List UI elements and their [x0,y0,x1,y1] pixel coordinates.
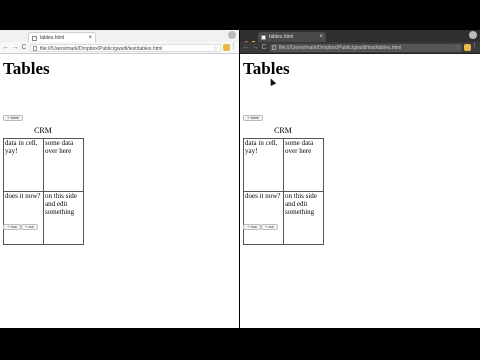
table-row: does it now? on this side and edit somet… [3,191,84,245]
menu-icon[interactable]: ⋮ [471,43,478,51]
browser-toolbar: ← → C file:///Users/mark/Dropbox/Public/… [240,42,480,54]
extension-icon[interactable] [223,44,230,51]
table-cell[interactable]: data in cell, yay! [243,138,284,192]
table-row: data in cell, yay! some data over here [243,138,324,192]
extension-icon[interactable] [464,44,471,51]
tab-strip: tables.html × [0,30,239,42]
tab-close-icon[interactable]: × [319,32,323,42]
table-cell[interactable]: data in cell, yay! [3,138,44,192]
table-cell[interactable]: does it now? [243,191,284,245]
tab-close-icon[interactable]: × [88,33,92,42]
bookmark-star-icon[interactable]: ☆ [455,44,460,52]
browser-window-right: tables.html × ← → C file:///Users/mark/D… [240,30,480,328]
page-title: Tables [243,59,290,78]
page-content: Tables + table CRM data in cell, yay! so… [0,54,239,328]
back-arrow-icon[interactable]: ← [2,44,10,52]
browser-toolbar: ← → C file:///Users/mark/Dropbox/Public/… [0,42,239,54]
page-icon [272,45,276,50]
add-col-button[interactable]: + col [21,224,38,230]
user-icon[interactable] [228,31,236,39]
page-content: Tables + table CRM data in cell, yay! so… [240,54,480,328]
forward-arrow-icon[interactable]: → [11,44,19,52]
browser-tab[interactable]: tables.html × [258,32,326,42]
browser-tab[interactable]: tables.html × [28,32,96,42]
table-caption: CRM [34,126,52,135]
address-url: file:///Users/mark/Dropbox/Public/gwuttl… [279,45,402,51]
bookmark-star-icon[interactable]: ☆ [213,45,218,51]
add-table-button[interactable]: + table [243,115,264,121]
table-caption: CRM [274,126,292,135]
browser-window-left: tables.html × ← → C file:///Users/mark/D… [0,30,239,328]
address-url: file:///Users/mark/Dropbox/Public/gwuttl… [40,46,163,52]
add-row-button[interactable]: + row [243,224,261,230]
page-title: Tables [3,59,50,78]
address-bar[interactable]: file:///Users/mark/Dropbox/Public/gwuttl… [30,44,221,52]
add-table-button[interactable]: + table [3,115,24,121]
table-row: data in cell, yay! some data over here [3,138,84,192]
table-cell[interactable]: some data over here [43,138,84,192]
tab-title: tables.html [269,34,294,40]
tab-strip: tables.html × [240,30,480,46]
add-col-button[interactable]: + col [261,224,278,230]
menu-icon[interactable]: ⋮ [230,43,237,51]
forward-arrow-icon[interactable]: → [251,44,259,52]
screen: tables.html × ← → C file:///Users/mark/D… [0,0,480,360]
page-favicon-icon [32,36,37,41]
reload-icon[interactable]: C [20,44,28,52]
table-cell[interactable]: does it now? [3,191,44,245]
page-icon [33,46,37,51]
page-favicon-icon [261,35,266,40]
table-cell[interactable]: on this side and edit something [43,191,84,245]
table-cell[interactable]: on this side and edit something [283,191,324,245]
tab-title: tables.html [40,35,65,41]
user-icon[interactable] [469,31,477,39]
address-bar[interactable]: file:///Users/mark/Dropbox/Public/gwuttl… [270,44,462,52]
reload-icon[interactable]: C [260,44,268,52]
back-arrow-icon[interactable]: ← [242,44,250,52]
table-row: does it now? on this side and edit somet… [243,191,324,245]
add-row-button[interactable]: + row [3,224,21,230]
table-cell[interactable]: some data over here [283,138,324,192]
